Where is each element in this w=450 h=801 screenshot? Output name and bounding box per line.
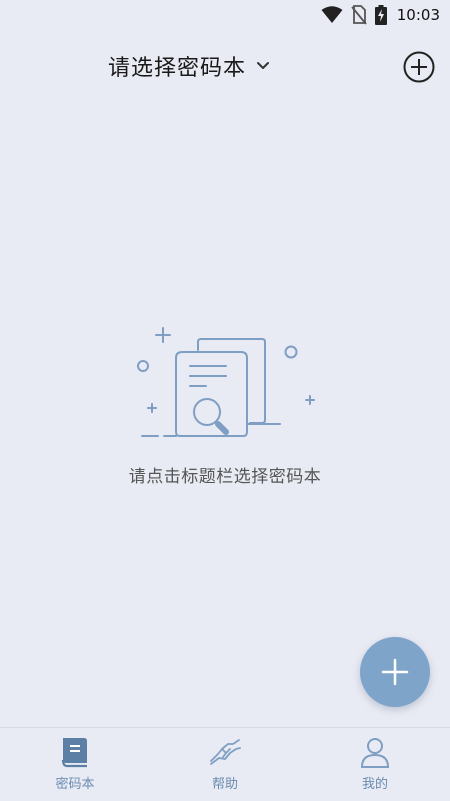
nav-item-notebook[interactable]: 密码本 <box>0 728 150 801</box>
title-bar: 请选择密码本 <box>0 44 450 90</box>
wifi-icon <box>321 6 343 23</box>
handshake-icon <box>210 739 241 765</box>
chevron-down-icon <box>257 62 270 69</box>
battery-charging-icon <box>374 5 387 25</box>
nav-label-notebook: 密码本 <box>55 777 95 792</box>
add-fab-button[interactable] <box>360 637 430 707</box>
status-time: 10:03 <box>396 6 440 24</box>
empty-state-message: 请点击标题栏选择密码本 <box>128 467 322 487</box>
nav-label-help: 帮助 <box>211 777 238 792</box>
status-icons: 10:03 <box>321 5 440 25</box>
status-bar: 10:03 <box>0 0 450 30</box>
bottom-nav: 密码本 帮助 我的 <box>0 727 450 801</box>
user-icon <box>360 738 390 768</box>
nav-item-help[interactable]: 帮助 <box>150 728 300 801</box>
nav-item-mine[interactable]: 我的 <box>300 728 450 801</box>
add-circle-icon[interactable] <box>402 50 436 84</box>
plus-icon <box>381 658 409 686</box>
nav-label-mine: 我的 <box>361 777 388 792</box>
page-title: 请选择密码本 <box>108 56 247 81</box>
book-icon <box>61 738 87 768</box>
no-sim-icon <box>351 5 367 25</box>
document-search-illustration <box>137 327 315 437</box>
notebook-selector[interactable]: 请选择密码本 <box>108 50 270 82</box>
